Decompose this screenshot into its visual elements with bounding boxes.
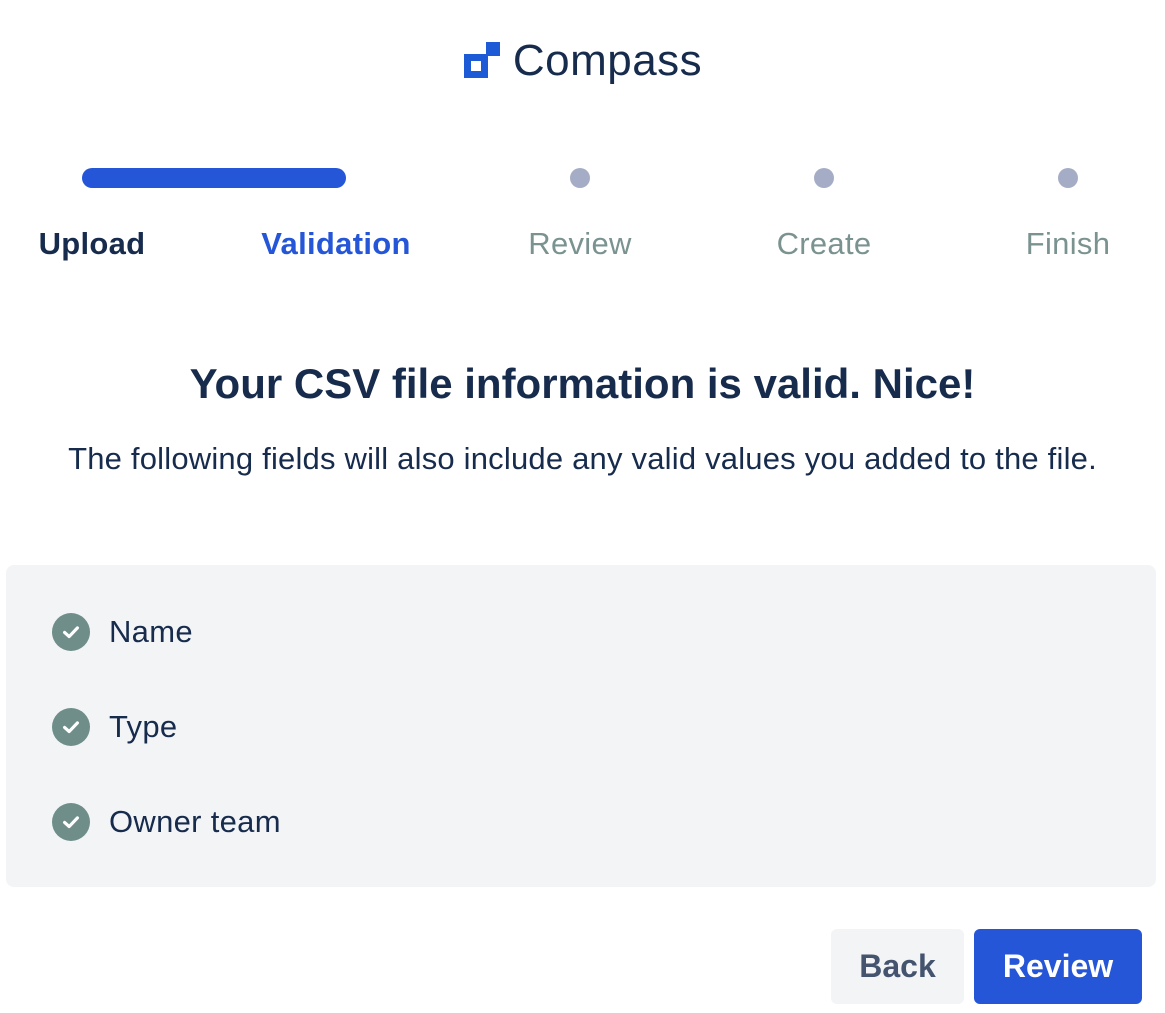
step-label: Create: [776, 226, 872, 261]
field-item-owner-team: Owner team: [52, 802, 281, 842]
step-label: Review: [528, 226, 632, 261]
compass-logo-icon: [463, 41, 503, 81]
step-dot: [814, 168, 834, 188]
step-dot: [1058, 168, 1078, 188]
step-dot: [570, 168, 590, 188]
page-title: Your CSV file information is valid. Nice…: [189, 360, 976, 407]
check-circle-icon: [52, 613, 90, 651]
import-wizard-page: Compass Upload Validation Review Create …: [0, 0, 1165, 1013]
back-button[interactable]: Back: [831, 929, 964, 1004]
field-label: Name: [109, 614, 193, 649]
progress-stepper: Upload Validation Review Create Finish: [0, 164, 1165, 274]
step-review: Review: [458, 164, 702, 274]
brand-logo: Compass: [0, 36, 1165, 86]
step-validation: Validation: [214, 164, 458, 274]
step-finish: Finish: [946, 164, 1165, 274]
field-label: Type: [109, 709, 178, 744]
brand-name: Compass: [512, 36, 703, 85]
field-label: Owner team: [109, 804, 281, 839]
step-create: Create: [702, 164, 946, 274]
field-item-type: Type: [52, 707, 177, 747]
page-description: The following fields will also include a…: [68, 441, 1097, 476]
valid-fields-panel: Name Type Owner team: [6, 565, 1156, 887]
step-label: Upload: [38, 226, 146, 261]
step-label: Validation: [261, 226, 411, 261]
check-circle-icon: [52, 708, 90, 746]
check-circle-icon: [52, 803, 90, 841]
step-upload: Upload: [0, 164, 214, 274]
step-label: Finish: [1025, 226, 1111, 261]
review-button[interactable]: Review: [974, 929, 1142, 1004]
field-item-name: Name: [52, 612, 193, 652]
